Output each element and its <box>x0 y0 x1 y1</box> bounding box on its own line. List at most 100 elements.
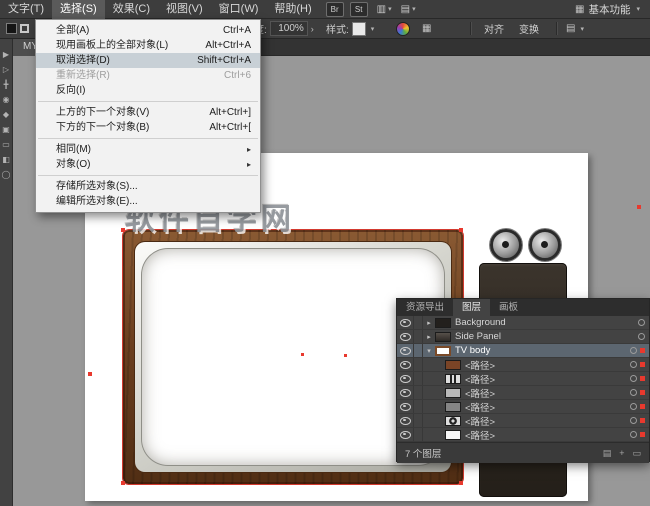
target-circle-icon[interactable] <box>630 389 637 396</box>
target-circle-icon[interactable] <box>630 417 637 424</box>
visibility-toggle[interactable] <box>397 344 414 357</box>
anchor-point[interactable] <box>301 353 304 356</box>
visibility-toggle[interactable] <box>397 358 414 371</box>
style-swatch[interactable] <box>352 22 366 36</box>
menu-effect[interactable]: 效果(C) <box>105 0 158 19</box>
target-circle-icon[interactable] <box>638 333 645 340</box>
direct-selection-tool-icon[interactable]: ▷ <box>3 66 9 74</box>
menu-item-all-on-artboard[interactable]: 现用画板上的全部对象(L) Alt+Ctrl+A <box>36 38 260 53</box>
visibility-toggle[interactable] <box>397 386 414 399</box>
type-tool-icon[interactable]: ▣ <box>2 126 10 134</box>
lock-toggle[interactable] <box>414 372 423 385</box>
workspace-switcher[interactable]: ▦ 基本功能 ▾ <box>575 2 650 17</box>
path-label: <路径> <box>465 372 630 386</box>
path-row-2[interactable]: <路径> <box>397 372 649 386</box>
path-row-1[interactable]: <路径> <box>397 358 649 372</box>
menu-type[interactable]: 文字(T) <box>0 0 52 19</box>
target-circle-icon[interactable] <box>630 403 637 410</box>
lock-toggle[interactable] <box>414 316 423 329</box>
selection-tool-icon[interactable]: ▶ <box>3 51 9 59</box>
path-row-6[interactable]: <路径> <box>397 428 649 442</box>
new-sublayer-icon[interactable]: ▤ <box>603 448 612 459</box>
menu-item-same[interactable]: 相同(M) ▸ <box>36 142 260 157</box>
menu-item-next-object-below[interactable]: 下方的下一个对象(B) Alt+Ctrl+[ <box>36 120 260 135</box>
lock-toggle[interactable] <box>414 428 423 441</box>
menu-item-next-object-above[interactable]: 上方的下一个对象(V) Alt+Ctrl+] <box>36 105 260 120</box>
tab-artboards[interactable]: 画板 <box>490 299 527 316</box>
menu-item-label: 相同(M) <box>56 142 91 157</box>
opacity-dropdown-icon[interactable]: › <box>311 24 314 34</box>
selection-handle[interactable] <box>637 205 641 209</box>
selection-handle[interactable] <box>88 372 92 376</box>
menu-item-inverse[interactable]: 反向(I) <box>36 83 260 98</box>
lock-toggle[interactable] <box>414 386 423 399</box>
target-circle-icon[interactable] <box>630 347 637 354</box>
visibility-toggle[interactable] <box>397 330 414 343</box>
arrange-documents-icon[interactable]: ▥▾ <box>377 4 392 15</box>
menu-item-save-selection[interactable]: 存储所选对象(S)... <box>36 179 260 194</box>
layer-row-background[interactable]: ▸ Background <box>397 316 649 330</box>
target-circle-icon[interactable] <box>638 319 645 326</box>
pen-tool-icon[interactable]: ◆ <box>3 111 9 119</box>
target-circle-icon[interactable] <box>630 431 637 438</box>
stock-icon[interactable]: St <box>350 2 368 17</box>
visibility-toggle[interactable] <box>397 428 414 441</box>
path-row-5[interactable]: <路径> <box>397 414 649 428</box>
path-row-3[interactable]: <路径> <box>397 386 649 400</box>
menu-item-reselect[interactable]: 重新选择(R) Ctrl+6 <box>36 68 260 83</box>
layer-row-side-panel[interactable]: ▸ Side Panel <box>397 330 649 344</box>
rectangle-tool-icon[interactable]: ◧ <box>2 156 10 164</box>
tv-knob-1[interactable] <box>490 229 522 261</box>
bridge-icon[interactable]: Br <box>326 2 344 17</box>
visibility-toggle[interactable] <box>397 414 414 427</box>
align-button[interactable]: 对齐 <box>484 21 504 36</box>
chevron-down-icon[interactable]: ▾ <box>371 25 375 33</box>
expand-arrow-icon[interactable]: ▾ <box>423 347 435 355</box>
fill-color-swatch[interactable] <box>6 23 17 34</box>
layer-row-tv-body[interactable]: ▾ TV body <box>397 344 649 358</box>
tab-asset-export[interactable]: 资源导出 <box>397 299 453 316</box>
magic-wand-tool-icon[interactable]: ╋ <box>4 81 9 89</box>
visibility-toggle[interactable] <box>397 316 414 329</box>
expand-arrow-icon[interactable]: ▸ <box>423 319 435 327</box>
shape-options-icon[interactable]: ▦ <box>422 23 431 34</box>
menu-item-object[interactable]: 对象(O) ▸ <box>36 157 260 172</box>
new-layer-icon[interactable]: + <box>619 448 624 459</box>
menu-view[interactable]: 视图(V) <box>158 0 211 19</box>
lock-toggle[interactable] <box>414 358 423 371</box>
menu-item-deselect[interactable]: 取消选择(D) Shift+Ctrl+A <box>36 53 260 68</box>
selection-handle[interactable] <box>459 481 463 485</box>
anchor-point[interactable] <box>344 354 347 357</box>
ellipse-tool-icon[interactable]: ◯ <box>2 171 11 179</box>
lock-toggle[interactable] <box>414 344 423 357</box>
menu-item-select-all[interactable]: 全部(A) Ctrl+A <box>36 23 260 38</box>
tv-knob-2[interactable] <box>529 229 561 261</box>
visibility-toggle[interactable] <box>397 400 414 413</box>
layer-thumbnail <box>435 346 451 356</box>
screen-mode-icon[interactable]: ▤▾ <box>401 4 416 15</box>
opacity-value[interactable]: 100% <box>270 21 308 36</box>
lasso-tool-icon[interactable]: ◉ <box>3 96 10 104</box>
menu-item-edit-selection[interactable]: 编辑所选对象(E)... <box>36 194 260 209</box>
stroke-color-swatch[interactable] <box>20 24 29 33</box>
menu-help[interactable]: 帮助(H) <box>266 0 319 19</box>
line-tool-icon[interactable]: ▭ <box>2 141 10 149</box>
layer-label: TV body <box>455 345 630 356</box>
lock-toggle[interactable] <box>414 414 423 427</box>
target-circle-icon[interactable] <box>630 361 637 368</box>
selection-handle[interactable] <box>121 481 125 485</box>
lock-toggle[interactable] <box>414 330 423 343</box>
menu-select[interactable]: 选择(S) <box>52 0 105 19</box>
lock-toggle[interactable] <box>414 400 423 413</box>
expand-arrow-icon[interactable]: ▸ <box>423 333 435 341</box>
target-circle-icon[interactable] <box>630 375 637 382</box>
visibility-toggle[interactable] <box>397 372 414 385</box>
path-row-4[interactable]: <路径> <box>397 400 649 414</box>
menu-window[interactable]: 窗口(W) <box>211 0 267 19</box>
recolor-artwork-icon[interactable] <box>396 22 410 36</box>
panel-menu-icon[interactable]: ▤ <box>566 23 575 34</box>
transform-button[interactable]: 变换 <box>519 21 539 36</box>
tab-layers[interactable]: 图层 <box>453 299 490 316</box>
delete-layer-icon[interactable]: ▭ <box>632 448 641 459</box>
selection-handle[interactable] <box>459 228 463 232</box>
